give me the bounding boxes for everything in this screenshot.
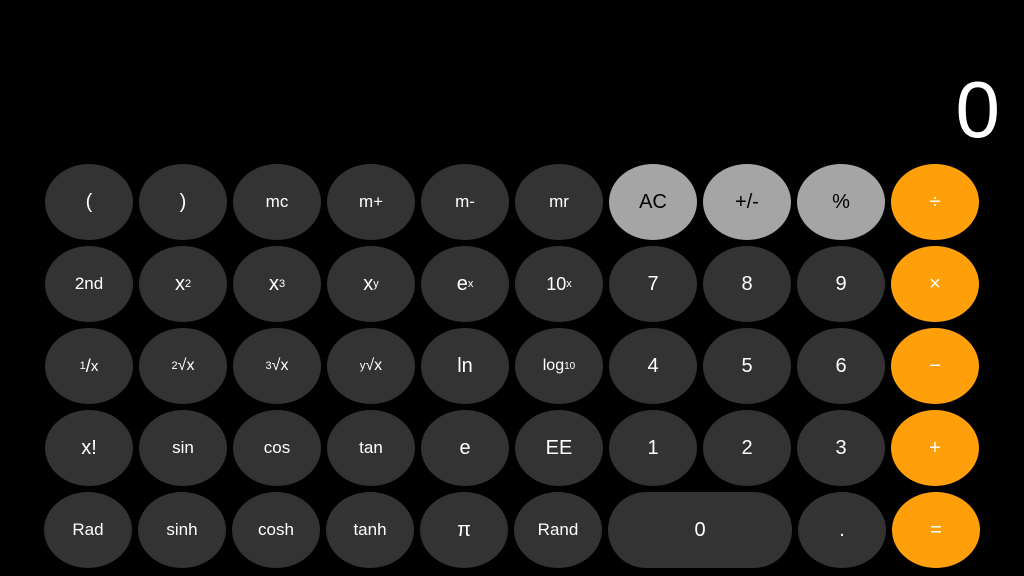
btn-plus-minus[interactable]: +/- — [703, 164, 791, 240]
btn-7[interactable]: 7 — [609, 246, 697, 322]
btn-paren-open[interactable]: ( — [45, 164, 133, 240]
btn-x-squared[interactable]: x2 — [139, 246, 227, 322]
btn-add[interactable]: + — [891, 410, 979, 486]
btn-paren-close[interactable]: ) — [139, 164, 227, 240]
btn-10-to-x[interactable]: 10x — [515, 246, 603, 322]
btn-e[interactable]: e — [421, 410, 509, 486]
btn-ee[interactable]: EE — [515, 410, 603, 486]
btn-equals[interactable]: = — [892, 492, 980, 568]
btn-2[interactable]: 2 — [703, 410, 791, 486]
btn-divide[interactable]: ÷ — [891, 164, 979, 240]
btn-ln[interactable]: ln — [421, 328, 509, 404]
btn-8[interactable]: 8 — [703, 246, 791, 322]
button-row-4: RadsinhcoshtanhπRand0.= — [8, 492, 1016, 568]
btn-pi[interactable]: π — [420, 492, 508, 568]
btn-m-minus[interactable]: m- — [421, 164, 509, 240]
btn-tan[interactable]: tan — [327, 410, 415, 486]
btn-2nd[interactable]: 2nd — [45, 246, 133, 322]
display-value: 0 — [956, 70, 1001, 150]
button-row-0: ()mcm+m-mrAC+/-%÷ — [8, 164, 1016, 240]
btn-decimal[interactable]: . — [798, 492, 886, 568]
btn-percent[interactable]: % — [797, 164, 885, 240]
btn-6[interactable]: 6 — [797, 328, 885, 404]
btn-x-cubed[interactable]: x3 — [233, 246, 321, 322]
button-row-3: x!sincostaneEE123+ — [8, 410, 1016, 486]
btn-cbrt[interactable]: 3√x — [233, 328, 321, 404]
btn-e-to-x[interactable]: ex — [421, 246, 509, 322]
btn-sin[interactable]: sin — [139, 410, 227, 486]
btn-sqrt[interactable]: 2√x — [139, 328, 227, 404]
button-row-1: 2ndx2x3xyex10x789× — [8, 246, 1016, 322]
btn-mc[interactable]: mc — [233, 164, 321, 240]
button-row-2: 1/x2√x3√xy√xlnlog10456− — [8, 328, 1016, 404]
btn-cosh[interactable]: cosh — [232, 492, 320, 568]
btn-4[interactable]: 4 — [609, 328, 697, 404]
btn-subtract[interactable]: − — [891, 328, 979, 404]
btn-cos[interactable]: cos — [233, 410, 321, 486]
btn-5[interactable]: 5 — [703, 328, 791, 404]
btn-multiply[interactable]: × — [891, 246, 979, 322]
btn-m-plus[interactable]: m+ — [327, 164, 415, 240]
display: 0 — [0, 0, 1024, 160]
btn-factorial[interactable]: x! — [45, 410, 133, 486]
btn-sinh[interactable]: sinh — [138, 492, 226, 568]
btn-mr[interactable]: mr — [515, 164, 603, 240]
btn-log10[interactable]: log10 — [515, 328, 603, 404]
btn-ac[interactable]: AC — [609, 164, 697, 240]
btn-9[interactable]: 9 — [797, 246, 885, 322]
btn-0[interactable]: 0 — [608, 492, 792, 568]
btn-reciprocal[interactable]: 1/x — [45, 328, 133, 404]
btn-tanh[interactable]: tanh — [326, 492, 414, 568]
btn-rad[interactable]: Rad — [44, 492, 132, 568]
btn-yth-root[interactable]: y√x — [327, 328, 415, 404]
btn-rand[interactable]: Rand — [514, 492, 602, 568]
btn-3[interactable]: 3 — [797, 410, 885, 486]
btn-1[interactable]: 1 — [609, 410, 697, 486]
btn-x-to-y[interactable]: xy — [327, 246, 415, 322]
calculator-buttons: ()mcm+m-mrAC+/-%÷2ndx2x3xyex10x789×1/x2√… — [0, 160, 1024, 576]
